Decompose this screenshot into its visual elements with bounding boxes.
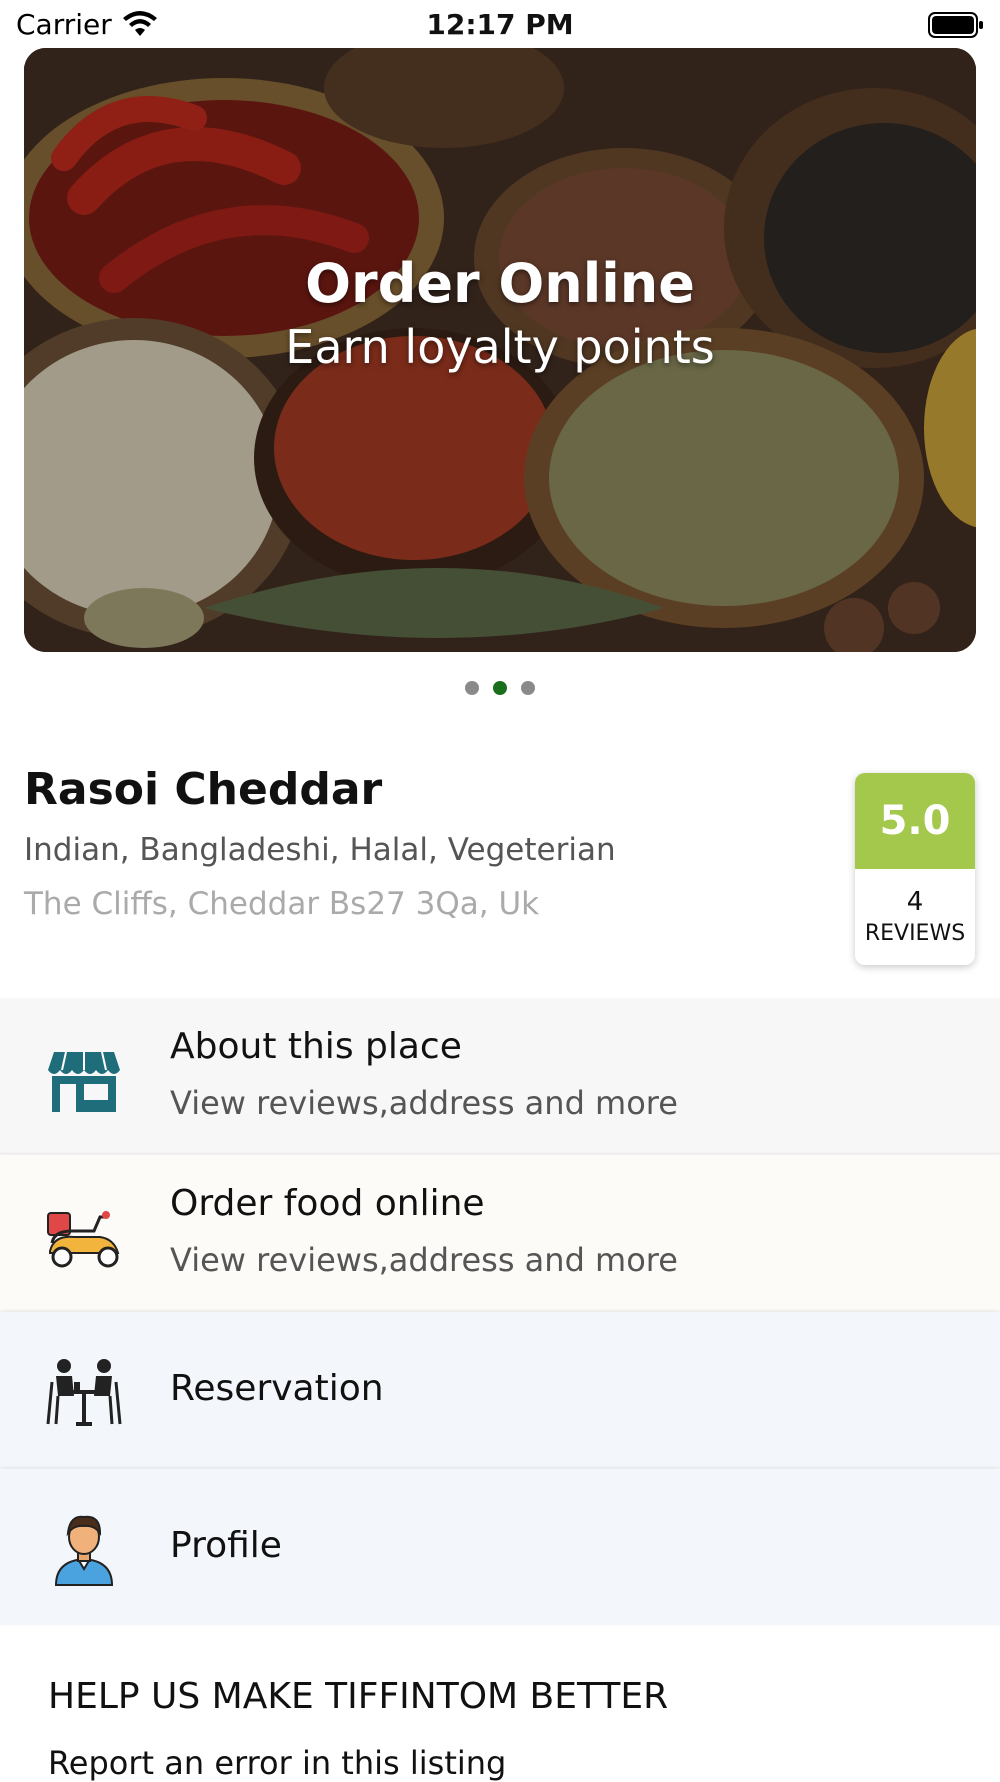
clock: 12:17 PM [426, 8, 574, 41]
carousel-pager [0, 680, 1000, 696]
menu-item-profile[interactable]: Profile [0, 1469, 1000, 1625]
pager-dot[interactable] [521, 681, 535, 695]
battery-icon [928, 12, 983, 38]
menu-item-about[interactable]: About this place View reviews,address an… [0, 998, 1000, 1154]
pager-dot[interactable] [465, 681, 479, 695]
menu-item-reservation[interactable]: Reservation [0, 1312, 1000, 1468]
pager-dot-active[interactable] [493, 681, 507, 695]
review-count: 4 [906, 887, 924, 917]
dining-people-icon [46, 1359, 122, 1426]
person-icon [54, 1515, 114, 1586]
banner-subtitle: Earn loyalty points [285, 320, 715, 374]
banner-title: Order Online [305, 252, 695, 315]
menu-item-about-subtitle: View reviews,address and more [170, 1084, 678, 1122]
scooter-icon [47, 1211, 120, 1268]
report-error-link[interactable]: Report an error in this listing [48, 1744, 506, 1782]
help-section-title: HELP US MAKE TIFFINTOM BETTER [48, 1676, 669, 1717]
store-icon [48, 1051, 120, 1112]
menu-item-order[interactable]: Order food online View reviews,address a… [0, 1155, 1000, 1311]
rating-score: 5.0 [855, 773, 975, 869]
status-bar: Carrier 12:17 PM [0, 0, 1000, 48]
menu-item-reservation-title: Reservation [170, 1368, 384, 1409]
rating-card[interactable]: 5.0 4 REVIEWS [855, 773, 975, 965]
promo-banner[interactable]: Order Online Earn loyalty points [24, 48, 976, 652]
restaurant-name: Rasoi Cheddar [24, 764, 383, 815]
menu-item-order-subtitle: View reviews,address and more [170, 1241, 678, 1279]
menu-item-profile-title: Profile [170, 1525, 282, 1566]
restaurant-address: The Cliffs, Cheddar Bs27 3Qa, Uk [24, 886, 540, 922]
menu-item-about-title: About this place [170, 1026, 462, 1067]
review-label: REVIEWS [864, 921, 966, 946]
menu-item-order-title: Order food online [170, 1183, 485, 1224]
restaurant-cuisines: Indian, Bangladeshi, Halal, Vegeterian [24, 832, 616, 868]
